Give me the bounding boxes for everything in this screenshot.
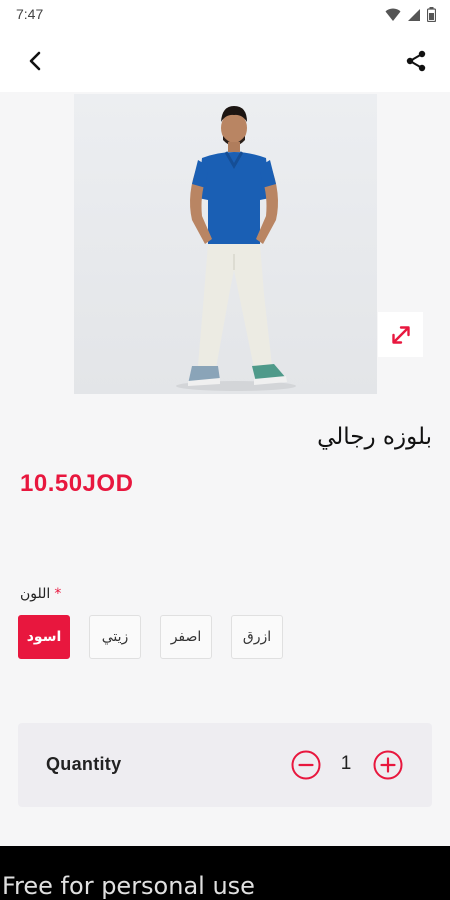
color-label-row: اللون * xyxy=(20,586,61,602)
status-bar: 7:47 xyxy=(0,0,450,30)
expand-icon xyxy=(391,325,410,344)
status-time: 7:47 xyxy=(16,6,44,22)
required-mark: * xyxy=(54,586,62,602)
quantity-value: 1 xyxy=(340,753,352,774)
product-photo xyxy=(74,94,377,394)
footer-text: Free for personal use xyxy=(2,872,255,900)
signal-icon xyxy=(408,8,420,21)
decrease-quantity-button[interactable] xyxy=(291,750,321,780)
product-image[interactable] xyxy=(74,94,377,394)
battery-icon xyxy=(427,7,436,22)
expand-image-button[interactable] xyxy=(378,312,423,357)
color-option-blue[interactable]: ازرق xyxy=(231,615,283,659)
color-label: اللون xyxy=(20,586,51,602)
share-icon xyxy=(406,50,426,72)
footer-banner: Free for personal use xyxy=(0,846,450,900)
status-icons xyxy=(385,7,436,22)
color-options: اسود زيتي اصفر ازرق xyxy=(18,615,283,659)
color-option-yellow[interactable]: اصفر xyxy=(160,615,212,659)
product-title: بلوزه رجالي xyxy=(317,424,432,450)
plus-circle-icon xyxy=(373,750,403,780)
app-bar xyxy=(0,30,450,92)
minus-circle-icon xyxy=(291,750,321,780)
wifi-icon xyxy=(385,8,401,21)
chevron-left-icon xyxy=(29,51,41,71)
color-option-black[interactable]: اسود xyxy=(18,615,70,659)
quantity-label: Quantity xyxy=(46,754,122,774)
color-option-olive[interactable]: زيتي xyxy=(89,615,141,659)
quantity-panel: Quantity 1 xyxy=(18,723,432,807)
back-button[interactable] xyxy=(22,47,50,75)
product-price: 10.50JOD xyxy=(20,470,134,497)
increase-quantity-button[interactable] xyxy=(373,750,403,780)
share-button[interactable] xyxy=(402,47,430,75)
